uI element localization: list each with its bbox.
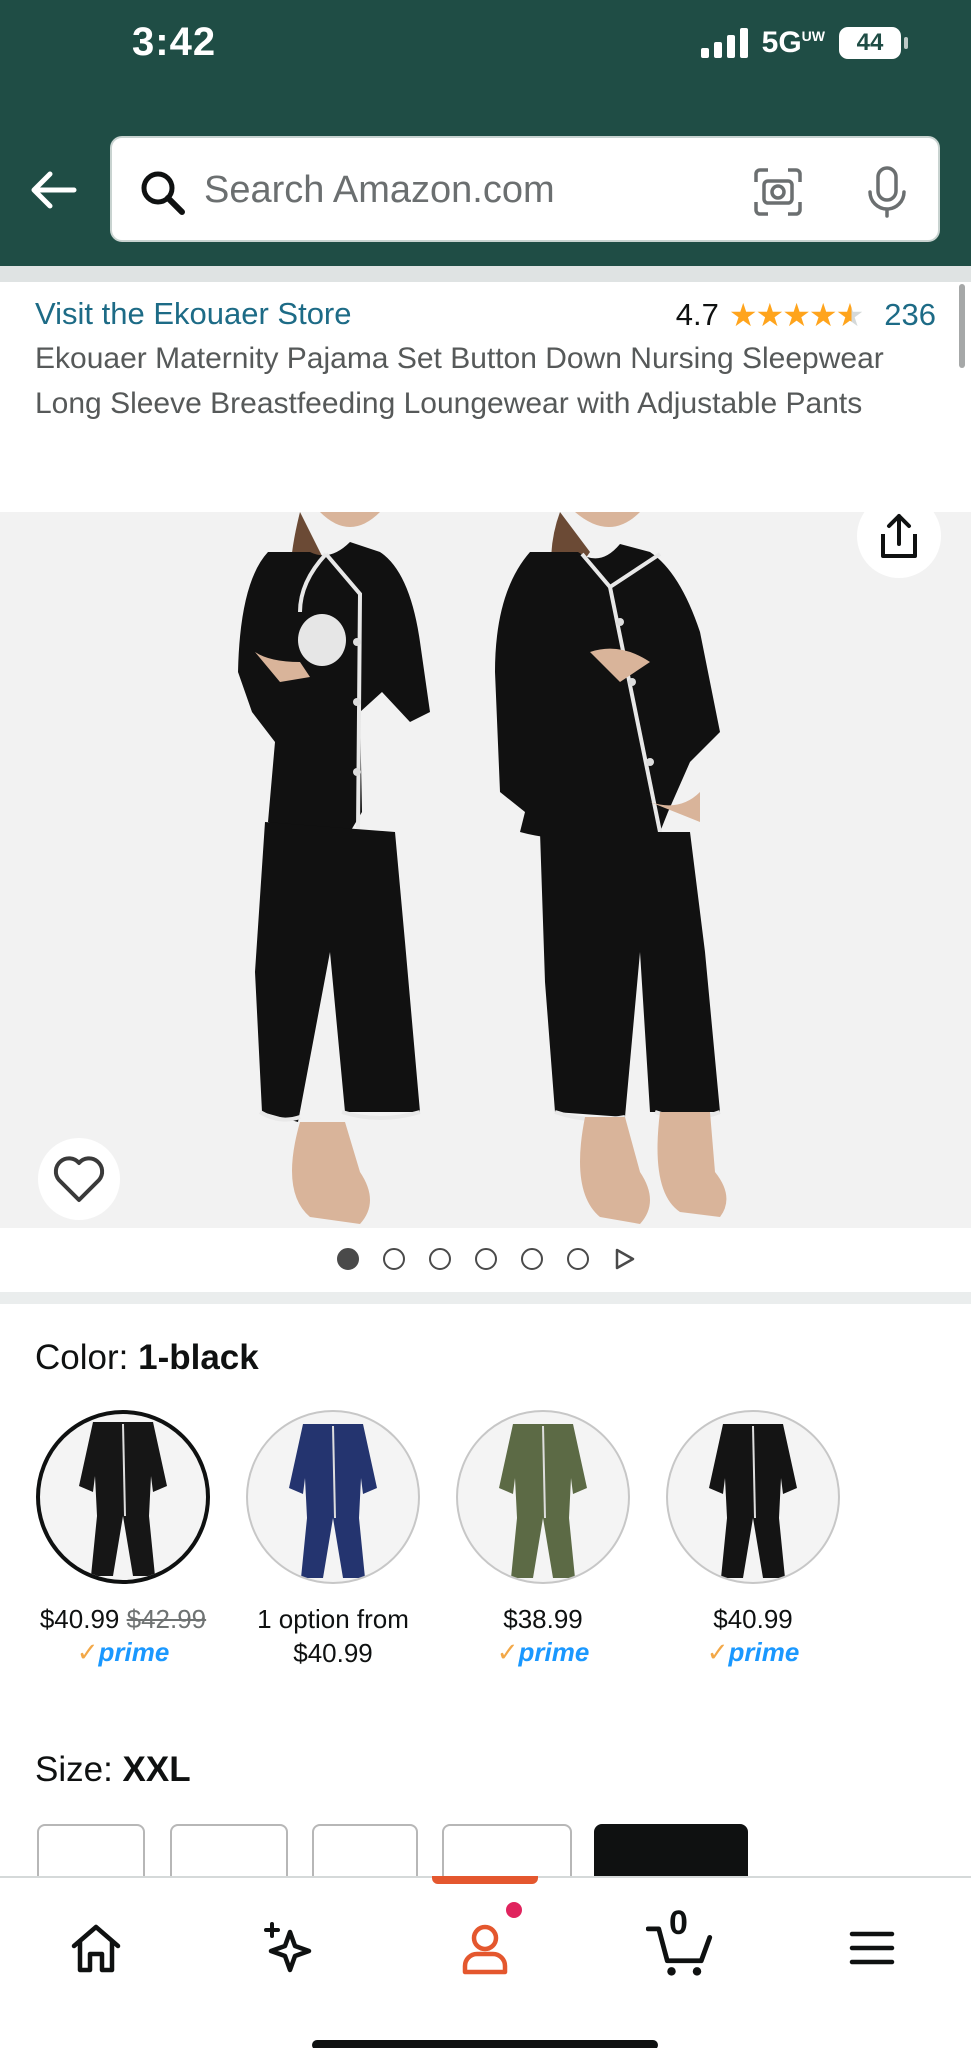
sparkle-icon <box>264 1922 312 1973</box>
color-swatch-black-2[interactable]: $40.99 ✓prime <box>648 1410 858 1668</box>
heart-icon <box>53 1156 105 1202</box>
size-option-list: S M L XL XXL <box>0 1824 971 1880</box>
size-option-s[interactable]: S <box>37 1824 145 1880</box>
color-swatch-list: $40.99 $42.99 ✓prime 1 option from $40.99… <box>0 1410 971 1690</box>
notification-badge <box>504 1900 524 1920</box>
add-to-wishlist-button[interactable] <box>38 1138 120 1220</box>
nav-home[interactable] <box>56 1908 136 1988</box>
carousel-dot[interactable] <box>382 1248 405 1270</box>
store-link[interactable]: Visit the Ekouaer Store <box>35 296 352 332</box>
image-carousel-indicator[interactable] <box>0 1248 971 1270</box>
swatch-image <box>246 1410 420 1584</box>
rating-value: 4.7 <box>675 297 719 332</box>
size-option-xl[interactable]: XL <box>442 1824 572 1880</box>
home-indicator <box>312 2040 658 2048</box>
search-input[interactable] <box>204 162 764 218</box>
prime-badge: ✓prime <box>76 1637 170 1667</box>
microphone-icon[interactable] <box>864 164 910 220</box>
carousel-dot[interactable] <box>474 1248 497 1270</box>
rating-summary[interactable]: 4.7 ★★★★★ 236 <box>676 296 936 334</box>
pajama-models-illustration <box>238 512 727 1224</box>
app-header: 3:42 5GUW 44 <box>0 0 971 266</box>
size-option-l[interactable]: L <box>312 1824 418 1880</box>
size-option-m[interactable]: M <box>170 1824 288 1880</box>
prime-badge: ✓prime <box>706 1637 800 1667</box>
color-selector-label: Color: 1-black <box>35 1338 259 1377</box>
carousel-dot[interactable] <box>336 1248 359 1270</box>
carousel-dot[interactable] <box>566 1248 589 1270</box>
color-swatch-navy[interactable]: 1 option from $40.99 <box>228 1410 438 1670</box>
swatch-price: $40.99 <box>713 1604 793 1634</box>
swatch-price: 1 option from $40.99 <box>257 1604 409 1668</box>
active-tab-indicator <box>432 1876 538 1884</box>
search-icon <box>141 171 185 215</box>
cellular-signal-icon <box>700 28 748 58</box>
swatch-price: $40.99 $42.99 <box>39 1604 207 1634</box>
video-play-icon[interactable] <box>613 1248 635 1270</box>
carousel-dot[interactable] <box>428 1248 451 1270</box>
star-rating-icon: ★★★★★ <box>728 297 864 333</box>
hamburger-menu-icon <box>849 1931 895 1965</box>
color-swatch-1-black[interactable]: $40.99 $42.99 ✓prime <box>18 1410 228 1668</box>
nav-menu[interactable] <box>832 1908 912 1988</box>
camera-scan-icon[interactable] <box>752 166 804 218</box>
carousel-dot[interactable] <box>520 1248 543 1270</box>
share-button[interactable] <box>857 494 941 578</box>
nav-ai-assistant[interactable] <box>248 1908 328 1988</box>
header-divider <box>0 266 971 282</box>
section-divider <box>0 1292 971 1304</box>
nav-account[interactable] <box>445 1908 525 1988</box>
prime-badge: ✓prime <box>496 1637 590 1667</box>
search-bar[interactable] <box>110 136 940 242</box>
bottom-navigation: 0 <box>0 1876 971 2048</box>
home-icon <box>71 1924 121 1973</box>
status-time: 3:42 <box>132 20 217 64</box>
battery-icon: 44 <box>839 27 908 59</box>
share-icon <box>881 514 917 558</box>
back-arrow-icon[interactable] <box>26 162 82 218</box>
review-count[interactable]: 236 <box>884 297 936 333</box>
user-icon <box>462 1924 508 1975</box>
product-title: Ekouaer Maternity Pajama Set Button Down… <box>35 342 884 420</box>
color-swatch-green[interactable]: $38.99 ✓prime <box>438 1410 648 1668</box>
swatch-image <box>36 1410 210 1584</box>
cart-count: 0 <box>669 1904 688 1942</box>
swatch-price: $38.99 <box>503 1604 583 1634</box>
scrollbar[interactable] <box>959 284 965 368</box>
network-type: 5GUW <box>761 26 825 59</box>
size-option-xxl[interactable]: XXL <box>594 1824 748 1880</box>
size-selector-label: Size: XXL <box>35 1750 191 1789</box>
swatch-image <box>666 1410 840 1584</box>
status-indicators: 5GUW 44 <box>700 26 908 60</box>
product-image[interactable] <box>0 512 971 1228</box>
swatch-image <box>456 1410 630 1584</box>
